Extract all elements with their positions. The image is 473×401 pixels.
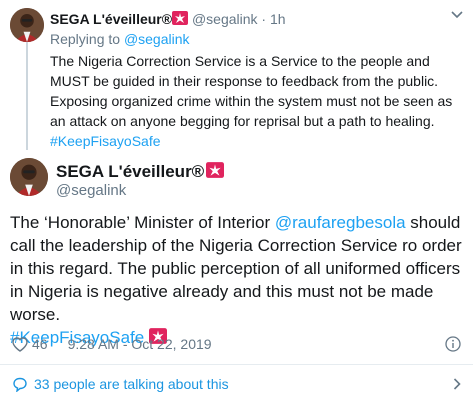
- replying-to-prefix: Replying to: [50, 31, 121, 47]
- tweet-timestamp[interactable]: 9:28 AM - Oct 22, 2019: [68, 336, 212, 352]
- chevron-right-icon[interactable]: [453, 378, 461, 390]
- divider: [0, 364, 473, 365]
- main-author-name-text: SEGA L'éveilleur®: [56, 162, 205, 181]
- reply-header: SEGA L'éveilleur® @segalink · 1h: [50, 10, 465, 28]
- tweet-meta-row: 46 9:28 AM - Oct 22, 2019: [12, 336, 212, 352]
- reply-author-handle[interactable]: @segalink: [192, 11, 258, 27]
- main-body-part1: The ‘Honorable’ Minister of Interior: [10, 213, 275, 232]
- reply-body: The Nigeria Correction Service is a Serv…: [50, 53, 453, 129]
- replying-to-line: Replying to @segalink: [50, 30, 465, 48]
- main-author-avatar[interactable]: [10, 158, 48, 196]
- conversation-label: 33 people are talking about this: [34, 376, 229, 392]
- speech-bubble-icon: [13, 377, 27, 392]
- like-count[interactable]: 46: [32, 336, 48, 352]
- main-author-name[interactable]: SEGA L'éveilleur®: [56, 162, 225, 182]
- chevron-down-icon[interactable]: [451, 10, 463, 20]
- reply-author-name[interactable]: SEGA L'éveilleur®: [50, 11, 172, 27]
- replying-to-link[interactable]: @segalink: [124, 31, 190, 47]
- reply-author-avatar[interactable]: [10, 8, 44, 42]
- reply-hashtag-link[interactable]: #KeepFisayoSafe: [50, 133, 161, 149]
- siren-emoji-icon: [172, 11, 189, 25]
- reply-tweet-text: The Nigeria Correction Service is a Serv…: [50, 51, 465, 151]
- siren-emoji-icon: [206, 162, 225, 178]
- main-author-handle[interactable]: @segalink: [56, 182, 126, 199]
- info-icon[interactable]: [445, 336, 461, 352]
- reply-time[interactable]: 1h: [270, 11, 286, 27]
- reply-tweet[interactable]: SEGA L'éveilleur® @segalink · 1h Replyin…: [50, 10, 465, 151]
- mention-link[interactable]: @raufaregbesola: [275, 213, 406, 232]
- separator-dot: ·: [261, 11, 267, 27]
- heart-icon[interactable]: [12, 336, 28, 352]
- conversation-link[interactable]: 33 people are talking about this: [12, 376, 229, 392]
- thread-connector-line: [26, 42, 28, 150]
- main-tweet-text: The ‘Honorable’ Minister of Interior @ra…: [10, 211, 465, 349]
